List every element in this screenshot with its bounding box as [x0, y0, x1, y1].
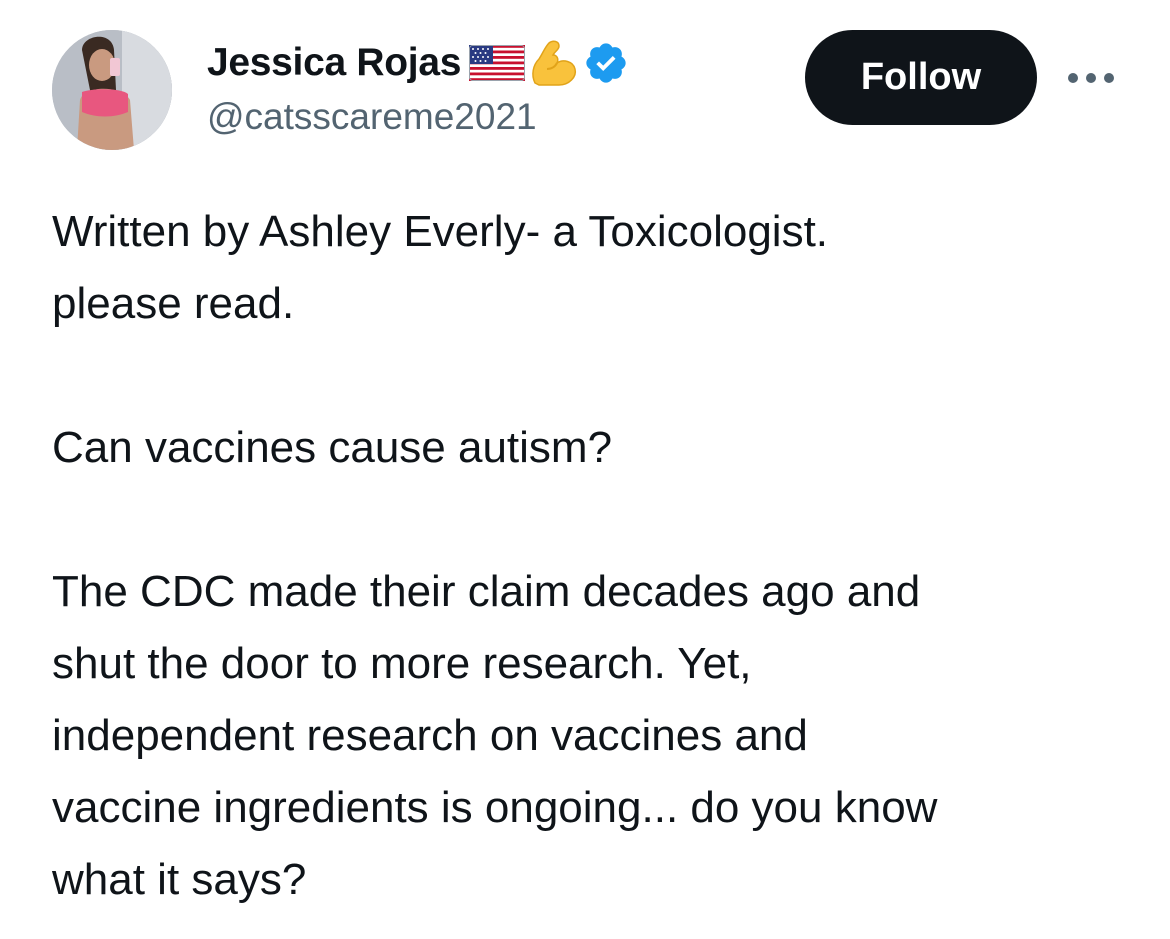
tweet-paragraph: Written by Ashley Everly- a Toxicologist…: [52, 196, 1132, 340]
tweet-line: what it says?: [52, 855, 307, 904]
tweet-text: Written by Ashley Everly- a Toxicologist…: [52, 196, 1132, 916]
author-name-row: Jessica Rojas: [207, 38, 629, 88]
more-options-button[interactable]: [1063, 58, 1119, 98]
tweet-line: The CDC made their claim decades ago and: [52, 567, 921, 616]
tweet-line: Can vaccines cause autism?: [52, 423, 613, 472]
us-flag-icon: [469, 43, 526, 83]
follow-button[interactable]: Follow: [805, 30, 1037, 125]
more-horizontal-icon: [1068, 73, 1114, 83]
tweet-line: vaccine ingredients is ongoing... do you…: [52, 783, 938, 832]
tweet-line: please read.: [52, 279, 295, 328]
verified-badge-icon: [583, 40, 629, 86]
author-display-name[interactable]: Jessica Rojas: [207, 41, 461, 85]
tweet-line: shut the door to more research. Yet,: [52, 639, 752, 688]
tweet-line: Written by Ashley Everly- a Toxicologist…: [52, 207, 829, 256]
tweet-card: Jessica Rojas @catsscareme2021 Follow Wr…: [0, 0, 1170, 939]
tweet-paragraph: The CDC made their claim decades ago and…: [52, 556, 1132, 916]
tweet-paragraph: Can vaccines cause autism?: [52, 412, 1132, 484]
tweet-line: independent research on vaccines and: [52, 711, 808, 760]
avatar-photo-icon: [52, 30, 172, 150]
author-handle[interactable]: @catsscareme2021: [207, 96, 537, 138]
flexed-biceps-icon: [529, 39, 579, 87]
author-avatar[interactable]: [52, 30, 172, 150]
